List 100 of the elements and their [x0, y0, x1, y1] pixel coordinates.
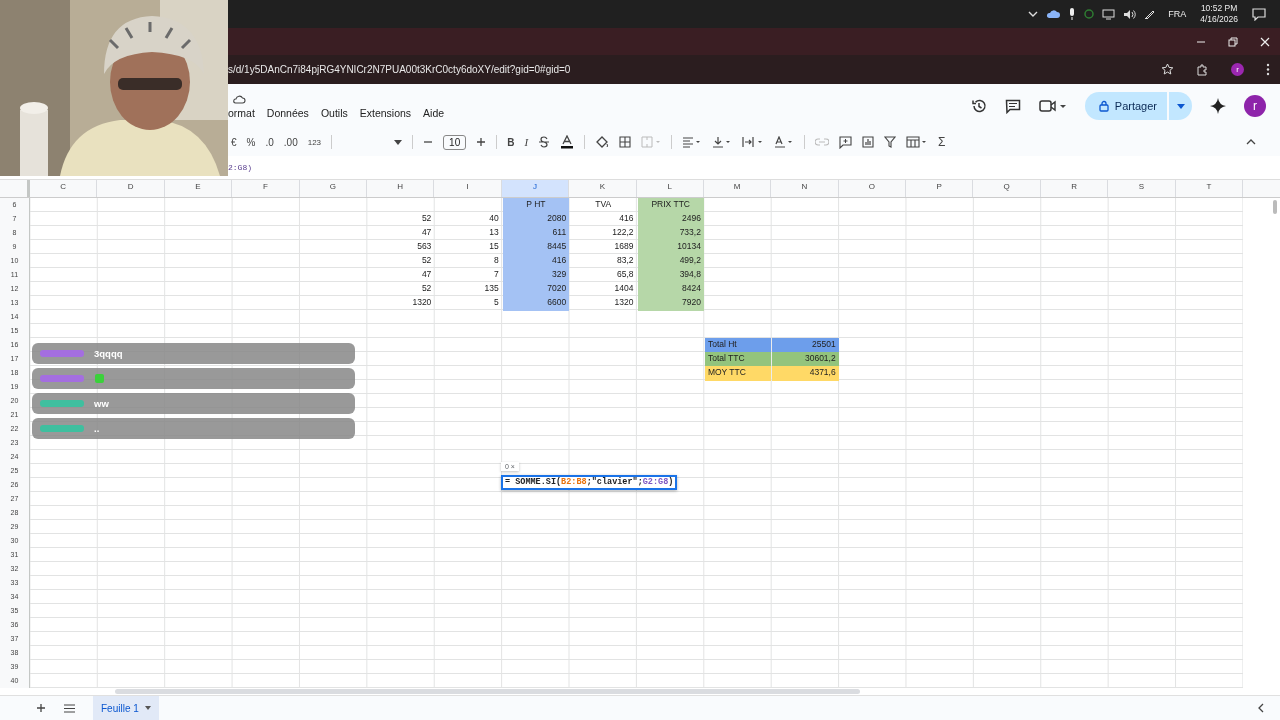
share-dropdown[interactable] [1168, 92, 1192, 120]
more-icon[interactable] [1266, 63, 1270, 76]
column-header[interactable]: Q [973, 180, 1041, 197]
caret-icon [394, 139, 403, 145]
share-button[interactable]: Partager [1084, 92, 1167, 120]
sparkle-icon[interactable] [1210, 98, 1226, 114]
add-comment-icon[interactable] [839, 135, 853, 149]
column-header[interactable]: F [232, 180, 300, 197]
column-header[interactable]: O [838, 180, 907, 197]
chat-text: .. [94, 423, 100, 434]
history-icon[interactable] [970, 98, 987, 114]
column-header[interactable]: T [1175, 180, 1244, 197]
profile-avatar[interactable]: r [1231, 63, 1244, 76]
currency-button[interactable]: € [231, 136, 237, 148]
caret-icon [1176, 103, 1185, 109]
column-header[interactable]: C [30, 180, 98, 197]
table-cell-text: 5 [493, 296, 500, 309]
cell-editor[interactable]: = SOMME.SI(B2:B8;"clavier";G2:G8) [501, 475, 678, 490]
column-header[interactable]: J [501, 180, 570, 197]
url-text[interactable]: s/d/1y5DAnCn7i84pjRG4YNICr2N7PUA00t3KrC0cty6doXY/edit?gid=0#gid=0 [228, 64, 571, 75]
chat-text: ww [94, 398, 109, 409]
text-wrap-icon[interactable] [742, 136, 765, 148]
account-avatar[interactable]: r [1244, 95, 1266, 117]
chat-text: 3qqqq [94, 348, 123, 359]
cloud-icon[interactable] [1046, 9, 1061, 19]
chevron-icon[interactable] [1258, 703, 1264, 713]
chart-icon[interactable] [862, 136, 875, 148]
table-cell-text: 47 [420, 226, 433, 239]
column-header[interactable]: G [299, 180, 367, 197]
caret-icon [144, 706, 151, 710]
speaker-icon[interactable] [1123, 8, 1137, 20]
borders-icon[interactable] [619, 136, 632, 148]
table-cell: 4371,6 [772, 366, 839, 381]
menu-item[interactable]: Extensions [359, 106, 412, 119]
table-cell-text: 8 [493, 254, 500, 267]
font-size-field[interactable]: 10 [443, 134, 467, 150]
column-header[interactable]: R [1040, 180, 1109, 197]
status-icon[interactable] [1084, 9, 1095, 19]
collapse-icon[interactable] [1246, 139, 1256, 145]
table-cell-text: 135 [483, 282, 500, 295]
italic-button[interactable]: I [524, 136, 529, 148]
column-header[interactable]: E [164, 180, 233, 197]
clock-time[interactable]: 10:52 PM [1200, 3, 1238, 14]
comment-icon[interactable] [1004, 98, 1021, 114]
decrease-decimals-button[interactable]: .0 [265, 136, 274, 148]
table-cell-text: 52 [420, 254, 433, 267]
strikethrough-icon[interactable] [538, 136, 551, 148]
puzzle-icon[interactable] [1196, 63, 1209, 76]
clock-date[interactable]: 4/16/2026 [1200, 14, 1238, 25]
column-header[interactable]: H [366, 180, 435, 197]
text-rotation-icon[interactable] [774, 136, 795, 148]
table-view-icon[interactable] [906, 136, 929, 148]
column-header[interactable]: I [434, 180, 502, 197]
menu-item[interactable]: ormat [228, 106, 255, 119]
table-cell-text: 563 [416, 240, 433, 253]
add-sheet-icon[interactable] [36, 703, 46, 713]
monitor-icon[interactable] [1102, 8, 1116, 20]
formula-text[interactable]: 2:G8) [228, 163, 252, 172]
more-formats-button[interactable]: 123 [307, 137, 322, 147]
column-header[interactable]: P [906, 180, 974, 197]
fill-color-icon[interactable] [595, 135, 610, 149]
text-color-icon[interactable] [560, 135, 575, 149]
lock-icon [1098, 100, 1109, 112]
column-header[interactable]: L [636, 180, 704, 197]
bold-button[interactable]: B [507, 136, 515, 148]
menu-item[interactable]: Aide [423, 106, 445, 119]
filter-icon[interactable] [884, 136, 897, 148]
table-cell-text: 1689 [613, 240, 635, 253]
menu-item[interactable]: Données [266, 106, 309, 119]
vertical-align-icon[interactable] [712, 136, 733, 148]
table-cell-text: TVA [594, 198, 613, 211]
column-header[interactable]: D [97, 180, 165, 197]
pen-icon[interactable] [1144, 8, 1157, 20]
star-icon[interactable] [1161, 63, 1174, 76]
close-icon[interactable] [1260, 36, 1270, 47]
table-cell-text: 52 [420, 282, 433, 295]
table-cell-text: 15 [488, 240, 500, 253]
notification-icon[interactable] [1252, 7, 1266, 21]
align-icon[interactable] [682, 136, 703, 148]
table-cell-text: 1320 [411, 296, 433, 309]
column-header[interactable]: N [771, 180, 839, 197]
cloud-icon[interactable] [232, 93, 246, 104]
column-header[interactable]: M [703, 180, 772, 197]
increase-decimals-button[interactable]: .00 [283, 136, 298, 148]
table-cell-text: 13 [488, 226, 500, 239]
sheet-tab[interactable]: Feuille 1 [93, 696, 159, 720]
table-cell: 6600 [502, 296, 570, 311]
language-indicator[interactable]: FRA [1168, 9, 1187, 19]
plus-icon[interactable] [476, 137, 487, 147]
menu-item[interactable]: Outils [320, 106, 348, 119]
restore-icon[interactable] [1228, 36, 1238, 47]
column-header[interactable]: S [1108, 180, 1176, 197]
video-icon[interactable] [1038, 99, 1067, 113]
menu-icon[interactable] [64, 703, 75, 713]
table-cell-text: 83,2 [615, 254, 635, 267]
table-cell: MOY TTC [704, 366, 772, 381]
column-header[interactable]: K [569, 180, 637, 197]
functions-button[interactable]: Σ [938, 135, 946, 149]
table-cell-text: 122,2 [611, 226, 635, 239]
percent-button[interactable]: % [246, 136, 256, 148]
